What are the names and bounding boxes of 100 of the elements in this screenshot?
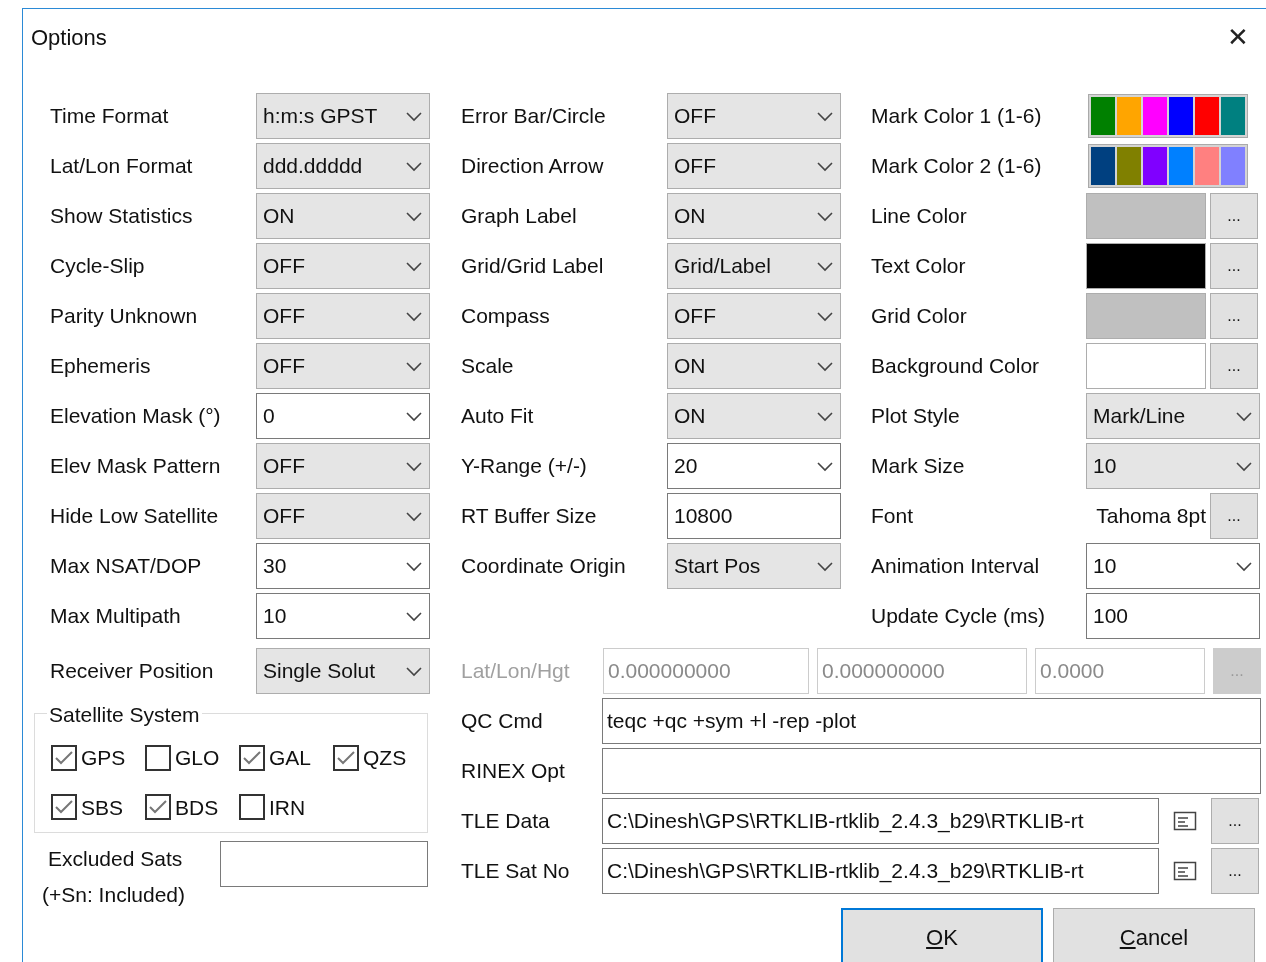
color-palette[interactable] [1088, 94, 1248, 138]
input-field[interactable] [220, 841, 428, 887]
field-label: Parity Unknown [50, 303, 199, 330]
field-label: Elev Mask Pattern [50, 453, 222, 480]
document-icon[interactable] [1173, 861, 1197, 881]
dropdown[interactable]: OFF [256, 493, 430, 539]
chevron-down-icon [816, 460, 834, 472]
dropdown[interactable]: Start Pos [667, 543, 841, 589]
ellipsis-button[interactable]: ... [1210, 493, 1258, 539]
chevron-down-icon [816, 160, 834, 172]
color-swatch[interactable] [1086, 193, 1206, 239]
input-field[interactable]: C:\Dinesh\GPS\RTKLIB-rtklib_2.4.3_b29\RTKLIB-rt [602, 798, 1159, 844]
field-label: Line Color [871, 203, 968, 230]
dropdown[interactable]: 0 [256, 393, 430, 439]
checkbox[interactable]: SBS [51, 791, 145, 823]
dropdown[interactable]: OFF [256, 293, 430, 339]
dropdown[interactable]: 20 [667, 443, 841, 489]
chevron-down-icon [405, 410, 423, 422]
chevron-down-icon [1235, 410, 1253, 422]
dropdown[interactable]: ON [667, 393, 841, 439]
chevron-down-icon [1235, 460, 1253, 472]
field-label: Show Statistics [50, 203, 194, 230]
dialog-button[interactable]: OK [841, 908, 1043, 962]
dropdown[interactable]: 10 [256, 593, 430, 639]
field-label: Coordinate Origin [461, 553, 627, 580]
ellipsis-button[interactable]: ... [1211, 848, 1259, 894]
field-label: Text Color [871, 253, 967, 280]
dropdown[interactable]: OFF [667, 93, 841, 139]
chevron-down-icon [1235, 560, 1253, 572]
color-swatch[interactable] [1086, 343, 1206, 389]
chevron-down-icon [405, 110, 423, 122]
ellipsis-button[interactable]: ... [1211, 798, 1259, 844]
dropdown[interactable]: h:m:s GPST [256, 93, 430, 139]
document-icon[interactable] [1173, 811, 1197, 831]
field-label: Mark Color 1 (1-6) [871, 103, 1043, 130]
field-label: Max Multipath [50, 603, 182, 630]
dropdown[interactable]: OFF [256, 243, 430, 289]
ellipsis-button[interactable]: ... [1210, 293, 1258, 339]
checkbox[interactable]: GAL [239, 742, 333, 774]
dropdown[interactable]: ON [667, 343, 841, 389]
chevron-down-icon [816, 210, 834, 222]
checkmark-icon [54, 749, 74, 766]
checkbox[interactable]: GLO [145, 742, 239, 774]
checkbox[interactable]: QZS [333, 742, 427, 774]
input-field[interactable] [602, 748, 1261, 794]
dropdown[interactable]: ON [256, 193, 430, 239]
field-label: Animation Interval [871, 553, 1041, 580]
field-label: Receiver Position [50, 658, 215, 685]
checkmark-icon [54, 799, 74, 816]
field-label: Grid/Grid Label [461, 253, 605, 280]
chevron-down-icon [405, 160, 423, 172]
field-label: Mark Color 2 (1-6) [871, 153, 1043, 180]
chevron-down-icon [816, 310, 834, 322]
field-label: Lat/Lon/Hgt [461, 658, 571, 685]
field-label: Time Format [50, 103, 170, 130]
chevron-down-icon [816, 110, 834, 122]
checkmark-icon [336, 749, 356, 766]
dropdown[interactable]: OFF [256, 443, 430, 489]
field-label: Update Cycle (ms) [871, 603, 1046, 630]
dropdown[interactable]: 10 [1086, 543, 1260, 589]
chevron-down-icon [405, 260, 423, 272]
ellipsis-button[interactable]: ... [1210, 243, 1258, 289]
chevron-down-icon [405, 560, 423, 572]
dropdown[interactable]: Single Solut [256, 648, 430, 694]
chevron-down-icon [405, 210, 423, 222]
color-palette[interactable] [1088, 144, 1248, 188]
color-swatch[interactable] [1086, 243, 1206, 289]
input-field[interactable]: 100 [1086, 593, 1260, 639]
checkmark-icon [242, 749, 262, 766]
chevron-down-icon [405, 360, 423, 372]
checkbox[interactable]: GPS [51, 742, 145, 774]
field-label: Direction Arrow [461, 153, 605, 180]
ellipsis-button[interactable]: ... [1210, 193, 1258, 239]
dropdown[interactable]: OFF [667, 143, 841, 189]
font-value: Tahoma 8pt [1095, 503, 1206, 530]
field-label: Error Bar/Circle [461, 103, 607, 130]
close-button[interactable]: ✕ [1218, 17, 1258, 57]
dropdown[interactable]: ddd.ddddd [256, 143, 430, 189]
dialog-button[interactable]: Cancel [1053, 908, 1255, 962]
field-label: Compass [461, 303, 551, 330]
input-field[interactable]: 10800 [667, 493, 841, 539]
dropdown[interactable]: OFF [256, 343, 430, 389]
dropdown[interactable]: OFF [667, 293, 841, 339]
checkbox[interactable]: IRN [239, 791, 333, 823]
ellipsis-button[interactable]: ... [1210, 343, 1258, 389]
input-field[interactable]: teqc +qc +sym +l -rep -plot [602, 698, 1261, 744]
input-field[interactable]: C:\Dinesh\GPS\RTKLIB-rtklib_2.4.3_b29\RTKLIB-rt [602, 848, 1159, 894]
dropdown[interactable]: Grid/Label [667, 243, 841, 289]
dropdown[interactable]: ON [667, 193, 841, 239]
field-label: Y-Range (+/-) [461, 453, 588, 480]
chevron-down-icon [816, 360, 834, 372]
checkbox[interactable]: BDS [145, 791, 239, 823]
dropdown[interactable]: 30 [256, 543, 430, 589]
dropdown[interactable]: Mark/Line [1086, 393, 1260, 439]
field-label: Mark Size [871, 453, 966, 480]
color-swatch[interactable] [1086, 293, 1206, 339]
checkmark-icon [148, 799, 168, 816]
field-label: TLE Sat No [461, 858, 571, 885]
field-label: Elevation Mask (°) [50, 403, 222, 430]
dropdown[interactable]: 10 [1086, 443, 1260, 489]
